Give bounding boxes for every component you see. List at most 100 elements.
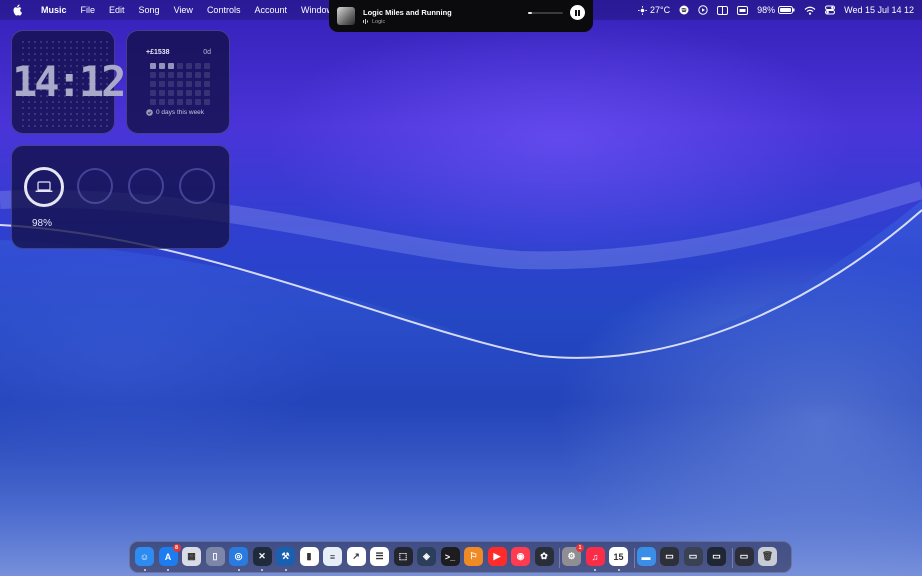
doc-icon[interactable]: ≡ <box>323 547 342 566</box>
menu-app-name[interactable]: Music <box>34 0 74 20</box>
track-progress-bar[interactable] <box>528 12 563 14</box>
display-icon[interactable] <box>737 0 749 20</box>
running-indicator <box>237 569 240 571</box>
menubar-clock[interactable]: Wed 15 Jul 14 12 <box>844 5 914 15</box>
activity-cell <box>159 63 165 69</box>
battery-widget[interactable]: 98% <box>11 145 230 249</box>
apple-menu-icon[interactable] <box>12 4 24 16</box>
activity-cell <box>177 81 183 87</box>
wifi-icon[interactable] <box>804 0 816 20</box>
stats-amount: +£1538 <box>146 49 170 56</box>
activity-cell <box>186 72 192 78</box>
weather-status[interactable]: 27°C <box>637 0 671 20</box>
running-indicator <box>594 569 596 571</box>
notification-badge: 1 <box>576 544 584 552</box>
play-circle-icon[interactable] <box>698 0 708 20</box>
activity-cell <box>204 72 210 78</box>
music-icon[interactable]: ♫ <box>585 547 605 566</box>
battery-widget-percent: 98% <box>32 218 53 229</box>
activity-cell <box>168 99 174 105</box>
activity-cell <box>150 63 156 69</box>
activity-cell <box>177 63 183 69</box>
safari-icon[interactable]: ◎ <box>229 547 248 566</box>
downloads-folder-icon[interactable]: ▬ <box>636 547 656 566</box>
screenshot-icon[interactable]: ⬚ <box>393 547 413 566</box>
reminders-icon[interactable]: ☰ <box>370 547 389 566</box>
menu-account[interactable]: Account <box>247 0 294 20</box>
running-indicator <box>284 569 287 571</box>
launchpad-icon[interactable]: ▦ <box>182 547 201 566</box>
activity-cell <box>168 81 174 87</box>
now-playing-island[interactable]: Logic Miles and Running Logic <box>329 0 593 32</box>
activity-cell <box>168 63 174 69</box>
activity-cell <box>159 90 165 96</box>
window-manager-icon[interactable] <box>717 0 729 20</box>
weather-temp: 27°C <box>649 5 671 15</box>
activity-cell <box>177 99 183 105</box>
sun-icon <box>637 5 647 15</box>
app-store-icon[interactable]: A8 <box>158 544 181 566</box>
activity-cell <box>150 90 156 96</box>
youtube-icon[interactable]: ▶ <box>487 547 507 566</box>
activity-cell <box>204 63 210 69</box>
laptop-icon <box>35 181 53 192</box>
pause-button[interactable] <box>570 5 585 20</box>
activity-cell <box>195 99 201 105</box>
activity-cell <box>195 63 201 69</box>
notes-tall-icon[interactable]: ▯ <box>205 547 225 566</box>
track-artist: Logic <box>372 18 386 25</box>
menu-edit[interactable]: Edit <box>102 0 132 20</box>
menu-view[interactable]: View <box>167 0 200 20</box>
activity-cell <box>159 99 165 105</box>
control-center-icon[interactable] <box>825 0 836 20</box>
menu-song[interactable]: Song <box>132 0 167 20</box>
stats-widget[interactable]: +£1538 0d 0 days this week <box>126 30 230 134</box>
clock-widget[interactable]: 14:12 <box>11 30 126 134</box>
waveform-icon <box>363 19 368 24</box>
activity-cell <box>186 81 192 87</box>
terminal-icon[interactable]: >_ <box>440 547 460 566</box>
album-art <box>337 7 355 25</box>
window-thumb-2-icon[interactable]: ▭ <box>683 547 703 566</box>
activity-cell <box>204 99 210 105</box>
menu-controls[interactable]: Controls <box>200 0 248 20</box>
running-indicator <box>617 569 620 571</box>
system-settings-icon[interactable]: ⚙ 1 <box>562 544 584 566</box>
window-thumb-3-icon[interactable]: ▭ <box>707 547 726 566</box>
activity-cell <box>195 81 201 87</box>
finder-icon[interactable]: ☺ <box>135 547 154 566</box>
window-thumb-1-icon[interactable]: ▭ <box>660 547 679 566</box>
stocks-icon[interactable]: ↗ <box>346 547 366 566</box>
stats-footer: 0 days this week <box>156 109 205 116</box>
podcast-icon[interactable]: ◉ <box>511 547 530 566</box>
battery-ring-empty-3 <box>179 168 215 204</box>
battery-percent: 98% <box>757 5 776 15</box>
running-indicator <box>143 569 146 571</box>
numbers-icon[interactable]: ▮ <box>299 547 319 566</box>
instruments-icon[interactable]: ⚐ <box>464 547 483 566</box>
activity-cell <box>159 72 165 78</box>
stats-days: 0d <box>203 49 211 56</box>
vscode-icon[interactable]: ✕ <box>252 547 272 566</box>
davinci-icon[interactable]: ✿ <box>534 547 554 566</box>
calendar-icon[interactable]: 15 <box>609 547 628 566</box>
activity-cell <box>186 90 192 96</box>
activity-cell <box>159 81 165 87</box>
menu-file[interactable]: File <box>74 0 103 20</box>
activity-cell <box>195 72 201 78</box>
xcode-icon[interactable]: ⚒ <box>276 547 295 566</box>
window-thumb-4-icon[interactable]: ▭ <box>734 547 754 566</box>
check-circle-icon <box>146 109 153 116</box>
activity-cell <box>177 90 183 96</box>
activity-cell <box>195 90 201 96</box>
spotify-icon[interactable] <box>679 0 689 20</box>
battery-status[interactable]: 98% <box>757 0 795 20</box>
activity-cell <box>168 90 174 96</box>
layers-icon[interactable]: ◈ <box>417 547 436 566</box>
activity-cell <box>150 81 156 87</box>
activity-cell <box>204 90 210 96</box>
activity-grid <box>150 63 210 105</box>
battery-ring-empty-2 <box>128 168 164 204</box>
trash-icon[interactable]: 🗑 <box>758 547 777 566</box>
activity-cell <box>150 72 156 78</box>
